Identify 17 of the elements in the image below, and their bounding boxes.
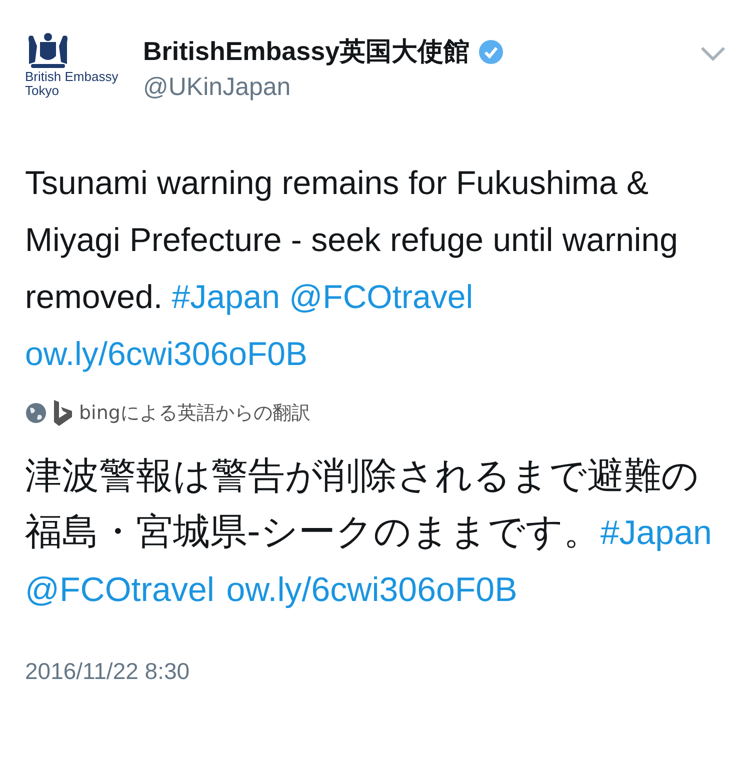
link[interactable]: ow.ly/ <box>226 571 312 609</box>
globe-icon <box>25 402 47 424</box>
link[interactable]: #Japan <box>172 278 280 315</box>
link[interactable]: ow.ly/6cwi306oF0B <box>25 335 308 372</box>
link[interactable]: @FCOtravel <box>25 571 214 609</box>
account-name[interactable]: BritishEmbassy英国大使館 <box>143 34 470 69</box>
logo-text: British Embassy Tokyo <box>25 70 120 98</box>
bing-logo-icon <box>53 400 73 426</box>
translation-note[interactable]: bingによる英語からの翻訳 <box>79 400 310 426</box>
link[interactable]: 6cwi306oF0B <box>311 571 518 609</box>
account-handle[interactable]: @UKinJapan <box>143 73 682 102</box>
tweet-text: Tsunami warning remains for Fukushima & Miyagi Prefecture - seek refuge until warning removed. #Japan @FCOtravel ow.ly/6cwi306oF0B <box>25 163 679 374</box>
translated-text: 津波警報は警告が削除されるまで避難の福島・宮城県-シークのままです。#Japan @FCOtravel ow.ly/6cwi306oF0B <box>25 453 713 611</box>
link[interactable]: #Japan <box>600 514 712 552</box>
timestamp: 2016/11/22 8:30 <box>25 658 191 685</box>
chevron-down-icon[interactable] <box>700 46 726 62</box>
link[interactable]: @FCOtravel <box>289 278 474 315</box>
